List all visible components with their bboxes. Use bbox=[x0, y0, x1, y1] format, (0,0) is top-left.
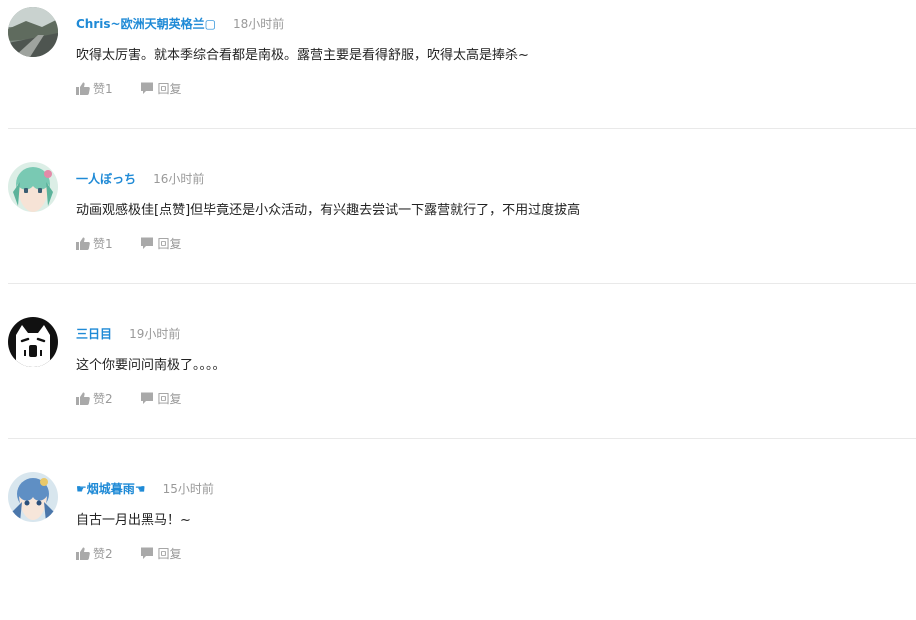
comment-item: 一人ぼっち 16小时前 动画观感极佳[点赞]但毕竟还是小众活动，有兴趣去尝试一下… bbox=[0, 155, 916, 310]
comment-bubble-icon bbox=[141, 237, 154, 249]
like-count: 赞2 bbox=[93, 547, 113, 561]
comment-bubble-icon bbox=[141, 547, 154, 559]
comment-content: 动画观感极佳[点赞]但毕竟还是小众活动，有兴趣去尝试一下露营就行了，不用过度拔高 bbox=[76, 203, 581, 218]
reply-label: 回复 bbox=[157, 392, 182, 406]
reply-label: 回复 bbox=[157, 547, 182, 561]
comment-time: 19小时前 bbox=[129, 327, 181, 341]
landscape-road-avatar bbox=[8, 7, 58, 57]
comment-item: ☛烟城暮雨☚ 15小时前 自古一月出黑马！~ 赞2 回复 bbox=[0, 465, 916, 620]
comment-item: Chris~欧洲天朝英格兰▢ 18小时前 吹得太厉害。就本季综合看都是南极。露营… bbox=[0, 0, 916, 155]
username-link[interactable]: 一人ぼっち bbox=[76, 172, 136, 186]
comment-meta: ☛烟城暮雨☚ 15小时前 bbox=[76, 478, 214, 496]
comment-time: 16小时前 bbox=[153, 172, 205, 186]
like-button[interactable]: 赞1 bbox=[76, 235, 113, 252]
comment-divider bbox=[8, 438, 916, 439]
anime-blue-hair-avatar bbox=[8, 472, 58, 522]
comment-content: 自古一月出黑马！~ bbox=[76, 513, 191, 528]
user-avatar[interactable] bbox=[8, 317, 58, 367]
comment-time: 15小时前 bbox=[162, 482, 214, 496]
reply-button[interactable]: 回复 bbox=[140, 545, 181, 562]
comment-content: 这个你要问问南极了。。。。 bbox=[76, 358, 226, 373]
comment-actions: 赞1 回复 bbox=[76, 235, 181, 251]
reply-label: 回复 bbox=[157, 237, 182, 251]
comment-bubble-icon bbox=[141, 392, 154, 404]
reply-label: 回复 bbox=[157, 82, 182, 96]
like-count: 赞1 bbox=[93, 237, 113, 251]
cartoon-cat-avatar bbox=[8, 317, 58, 367]
like-count: 赞1 bbox=[93, 82, 113, 96]
like-button[interactable]: 赞2 bbox=[76, 390, 113, 407]
comment-time: 18小时前 bbox=[233, 17, 285, 31]
comment-bubble-icon bbox=[141, 82, 154, 94]
username-link[interactable]: ☛烟城暮雨☚ bbox=[76, 482, 146, 496]
like-count: 赞2 bbox=[93, 392, 113, 406]
like-button[interactable]: 赞1 bbox=[76, 80, 113, 97]
reply-button[interactable]: 回复 bbox=[140, 390, 181, 407]
thumbs-up-icon bbox=[76, 237, 90, 250]
user-avatar[interactable] bbox=[8, 162, 58, 212]
comment-actions: 赞2 回复 bbox=[76, 390, 181, 406]
reply-button[interactable]: 回复 bbox=[140, 235, 181, 252]
user-avatar[interactable] bbox=[8, 472, 58, 522]
comment-meta: 三日目 19小时前 bbox=[76, 323, 180, 341]
thumbs-up-icon bbox=[76, 82, 90, 95]
comment-actions: 赞2 回复 bbox=[76, 545, 181, 561]
reply-button[interactable]: 回复 bbox=[140, 80, 181, 97]
username-link[interactable]: 三日目 bbox=[76, 327, 112, 341]
like-button[interactable]: 赞2 bbox=[76, 545, 113, 562]
comment-divider bbox=[8, 128, 916, 129]
comment-meta: 一人ぼっち 16小时前 bbox=[76, 168, 204, 186]
comment-actions: 赞1 回复 bbox=[76, 80, 181, 96]
comment-item: 三日目 19小时前 这个你要问问南极了。。。。 赞2 回复 bbox=[0, 310, 916, 465]
thumbs-up-icon bbox=[76, 547, 90, 560]
thumbs-up-icon bbox=[76, 392, 90, 405]
comment-meta: Chris~欧洲天朝英格兰▢ 18小时前 bbox=[76, 13, 284, 31]
username-link[interactable]: Chris~欧洲天朝英格兰▢ bbox=[76, 17, 216, 31]
comment-divider bbox=[8, 283, 916, 284]
anime-girl-avatar bbox=[8, 162, 58, 212]
user-avatar[interactable] bbox=[8, 7, 58, 57]
comment-content: 吹得太厉害。就本季综合看都是南极。露营主要是看得舒服，吹得太高是捧杀~ bbox=[76, 48, 529, 63]
